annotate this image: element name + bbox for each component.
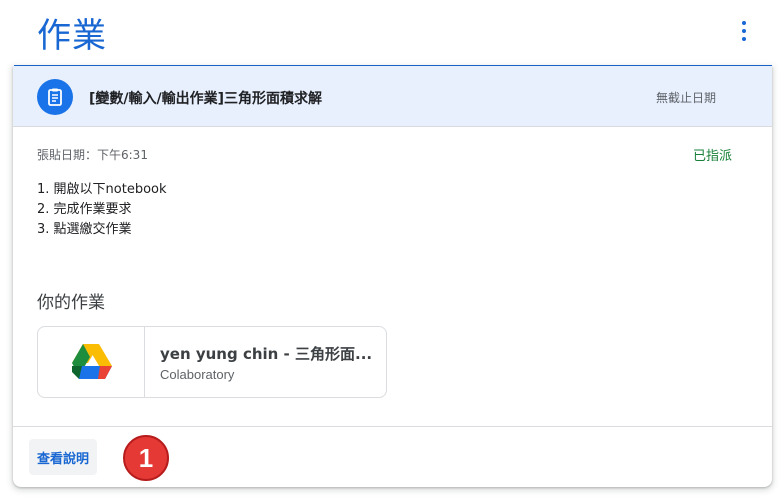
instruction-line: 1. 開啟以下notebook [37,182,167,197]
assignment-title: [變數/輸入/輸出作業]三角形面積求解 [89,91,323,107]
assignment-icon [37,79,73,115]
more-options-button[interactable] [732,18,756,44]
your-work-heading: 你的作業 [37,293,105,313]
posted-date: 張貼日期：下午6:31 [37,148,148,162]
attachment-title: yen yung chin - 三角形面... [160,345,373,363]
assignment-header[interactable]: [變數/輸入/輸出作業]三角形面積求解 無截止日期 [13,66,772,127]
attachment-subtitle: Colaboratory [160,367,235,382]
instruction-line: 2. 完成作業要求 [37,202,132,217]
status-badge: 已指派 [692,149,732,164]
more-vert-icon [742,21,746,25]
more-vert-icon-dot [742,29,746,33]
assignment-card: [變數/輸入/輸出作業]三角形面積求解 無截止日期 張貼日期：下午6:31 已指… [13,66,772,487]
due-date: 無截止日期 [655,91,716,105]
instructions: 1. 開啟以下notebook 2. 完成作業要求 3. 點選繳交作業 [37,180,167,240]
instruction-line: 3. 點選繳交作業 [37,222,132,237]
step-badge: 1 [123,435,169,481]
attachment-card[interactable]: yen yung chin - 三角形面... Colaboratory [37,326,387,398]
more-vert-icon-dot [742,37,746,41]
google-drive-icon [38,327,145,397]
view-instructions-button[interactable]: 查看說明 [29,439,98,475]
card-footer: 查看說明 1 [13,426,772,487]
page-title: 作業 [37,16,107,56]
